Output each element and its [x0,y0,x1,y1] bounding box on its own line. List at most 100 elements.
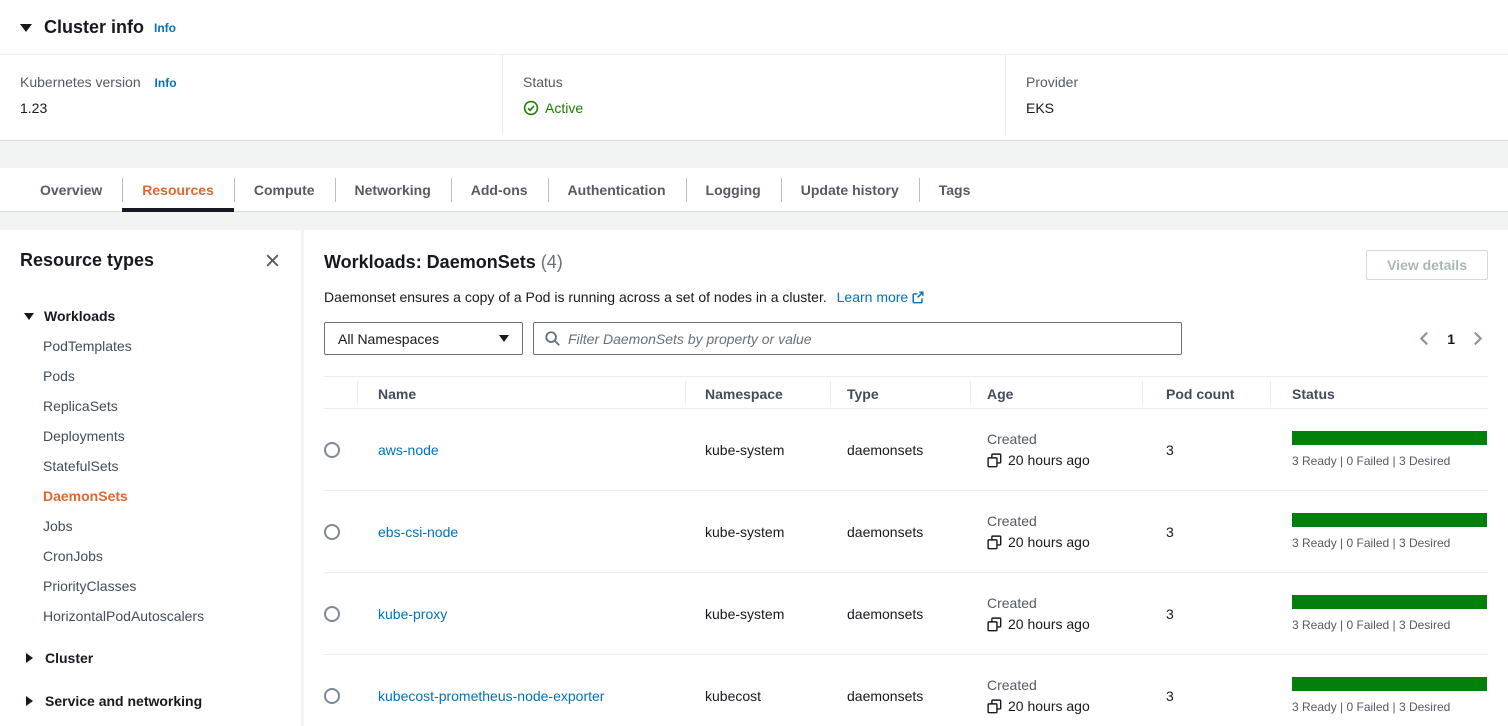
sidebar-item-podtemplates[interactable]: PodTemplates [20,331,281,361]
filter-box [533,322,1182,355]
copy-icon[interactable] [987,453,1002,468]
cluster-info-panel: Cluster info Info Kubernetes version Inf… [0,0,1508,141]
filter-input[interactable] [568,331,1171,347]
tab-resources[interactable]: Resources [122,168,234,211]
namespace-cell: kube-system [685,524,830,540]
column-header-type[interactable]: Type [830,377,970,410]
daemonset-name-link[interactable]: kubecost-prometheus-node-exporter [378,688,604,704]
age-cell: Created 20 hours ago [970,513,1142,550]
tab-bar: OverviewResourcesComputeNetworkingAdd-on… [0,168,1508,212]
tab-networking[interactable]: Networking [335,168,451,211]
copy-icon[interactable] [987,535,1002,550]
tab-tags[interactable]: Tags [919,168,991,211]
status-progress-bar [1292,513,1487,527]
column-header-pod-count[interactable]: Pod count [1142,377,1270,410]
tab-compute[interactable]: Compute [234,168,335,211]
sidebar-item-pods[interactable]: Pods [20,361,281,391]
sidebar-group-cluster[interactable]: Cluster [20,643,281,673]
status-field: Status Active [502,55,1005,135]
table-body: aws-node kube-system daemonsets Created … [324,409,1488,726]
collapse-caret-icon[interactable] [20,24,32,32]
status-progress-bar [1292,677,1487,691]
namespace-cell: kubecost [685,688,830,704]
tab-add-ons[interactable]: Add-ons [451,168,548,211]
row-select-cell [324,688,357,704]
status-cell: 3 Ready | 0 Failed | 3 Desired [1270,595,1488,632]
table-row: kubecost-prometheus-node-exporter kubeco… [324,655,1488,726]
status-value: Active [523,100,985,116]
kubernetes-version-info-link[interactable]: Info [155,76,177,90]
view-details-button[interactable]: View details [1366,250,1488,280]
type-cell: daemonsets [830,606,970,622]
status-summary: 3 Ready | 0 Failed | 3 Desired [1292,536,1450,550]
namespace-cell: kube-system [685,442,830,458]
close-icon[interactable] [264,252,281,269]
age-value: 20 hours ago [1008,452,1090,468]
column-header-name[interactable]: Name [357,377,685,410]
cluster-info-title: Cluster info [44,17,144,38]
row-radio[interactable] [324,606,340,622]
column-header-age[interactable]: Age [970,377,1142,410]
sidebar-item-daemonsets[interactable]: DaemonSets [20,481,281,511]
select-column-header [324,377,357,410]
previous-page-icon[interactable] [1416,330,1433,347]
table-header-row: Name Namespace Type Age Pod count Status [324,376,1488,409]
status-progress-bar [1292,595,1487,609]
copy-icon[interactable] [987,617,1002,632]
page-number[interactable]: 1 [1447,331,1455,347]
provider-field: Provider EKS [1005,55,1508,135]
page-title: Workloads: DaemonSets (4) [324,250,563,273]
tab-authentication[interactable]: Authentication [548,168,686,211]
row-radio[interactable] [324,688,340,704]
copy-icon[interactable] [987,699,1002,714]
sidebar-item-priorityclasses[interactable]: PriorityClasses [20,571,281,601]
cluster-info-header: Cluster info Info [0,0,1508,55]
pod-count-cell: 3 [1142,688,1270,704]
tab-logging[interactable]: Logging [686,168,781,211]
tab-update-history[interactable]: Update history [781,168,919,211]
table-row: kube-proxy kube-system daemonsets Create… [324,573,1488,655]
next-page-icon[interactable] [1469,330,1486,347]
daemonsets-table: Name Namespace Type Age Pod count Status… [324,376,1488,726]
namespace-cell: kube-system [685,606,830,622]
age-created-label: Created [987,595,1037,611]
column-header-status[interactable]: Status [1270,377,1488,410]
name-cell: kubecost-prometheus-node-exporter [357,688,685,704]
caret-right-icon [26,653,33,663]
age-created-label: Created [987,513,1037,529]
row-radio[interactable] [324,524,340,540]
sidebar-group-workloads[interactable]: Workloads [20,301,281,331]
cluster-info-info-link[interactable]: Info [154,21,176,35]
sidebar-item-replicasets[interactable]: ReplicaSets [20,391,281,421]
column-header-namespace[interactable]: Namespace [685,377,830,410]
name-cell: aws-node [357,442,685,458]
item-count: (4) [541,252,563,272]
age-cell: Created 20 hours ago [970,595,1142,632]
row-select-cell [324,524,357,540]
table-row: ebs-csi-node kube-system daemonsets Crea… [324,491,1488,573]
name-cell: ebs-csi-node [357,524,685,540]
kubernetes-version-value: 1.23 [20,100,482,116]
namespace-select[interactable]: All Namespaces [324,322,523,355]
sidebar-item-statefulsets[interactable]: StatefulSets [20,451,281,481]
tab-overview[interactable]: Overview [20,168,122,211]
sidebar-item-jobs[interactable]: Jobs [20,511,281,541]
daemonset-name-link[interactable]: aws-node [378,442,439,458]
learn-more-link[interactable]: Learn more [837,289,926,305]
sidebar-group-service-and-networking[interactable]: Service and networking [20,686,281,716]
sidebar-item-horizontalpodautoscalers[interactable]: HorizontalPodAutoscalers [20,601,281,631]
name-cell: kube-proxy [357,606,685,622]
status-cell: 3 Ready | 0 Failed | 3 Desired [1270,677,1488,714]
pod-count-cell: 3 [1142,524,1270,540]
daemonset-name-link[interactable]: kube-proxy [378,606,447,622]
age-cell: Created 20 hours ago [970,677,1142,714]
provider-label: Provider [1026,74,1488,90]
age-value: 20 hours ago [1008,534,1090,550]
status-progress-bar [1292,431,1487,445]
provider-value: EKS [1026,100,1488,116]
row-radio[interactable] [324,442,340,458]
sidebar-item-cronjobs[interactable]: CronJobs [20,541,281,571]
sidebar-item-deployments[interactable]: Deployments [20,421,281,451]
status-summary: 3 Ready | 0 Failed | 3 Desired [1292,700,1450,714]
daemonset-name-link[interactable]: ebs-csi-node [378,524,458,540]
